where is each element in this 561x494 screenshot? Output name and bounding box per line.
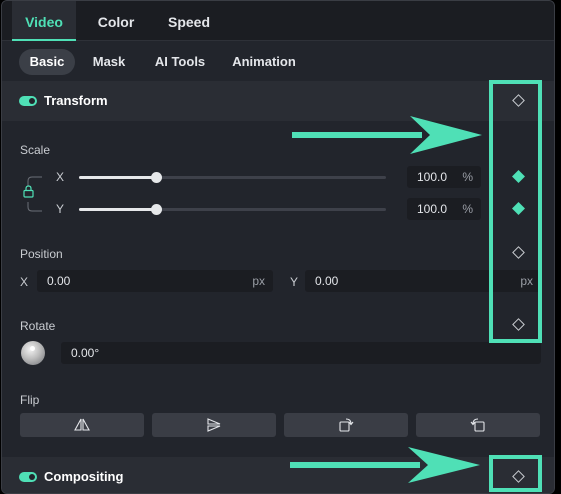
position-x-label: X — [20, 275, 29, 289]
subtab-animation[interactable]: Animation — [224, 49, 304, 75]
scale-y-slider-fill — [79, 208, 156, 211]
compositing-title: Compositing — [44, 469, 124, 484]
flip-vertical-icon — [207, 418, 221, 432]
position-x-field[interactable]: 0.00 px — [37, 270, 273, 292]
lock-icon[interactable] — [23, 185, 34, 198]
subtab-basic[interactable]: Basic — [19, 49, 75, 75]
scale-y-unit: % — [462, 202, 473, 216]
scale-label: Scale — [20, 143, 51, 157]
transform-title: Transform — [44, 93, 108, 108]
rotate-counterclockwise-icon — [470, 418, 485, 432]
properties-panel: Video Color Speed Basic Mask AI Tools An… — [1, 0, 555, 494]
flip-vertical-button[interactable] — [152, 413, 276, 437]
keyframe-highlight-box — [489, 80, 542, 343]
scale-y-field[interactable]: 100.0 % — [407, 198, 481, 220]
scale-x-unit: % — [462, 170, 473, 184]
rotate-label: Rotate — [20, 319, 56, 333]
rotate-value: 0.00° — [71, 346, 100, 360]
scale-y-label: Y — [56, 202, 65, 216]
scale-x-field[interactable]: 100.0 % — [407, 166, 481, 188]
annotation-arrow-icon — [290, 447, 480, 483]
tab-speed[interactable]: Speed — [158, 1, 220, 41]
flip-horizontal-button[interactable] — [20, 413, 144, 437]
position-label: Position — [20, 247, 63, 261]
compositing-keyframe-highlight-box — [489, 455, 542, 492]
subtab-ai-tools[interactable]: AI Tools — [146, 49, 214, 75]
position-y-value: 0.00 — [315, 274, 339, 288]
scale-x-slider-thumb[interactable] — [150, 172, 162, 183]
rotate-dial[interactable] — [21, 341, 45, 365]
scale-y-slider[interactable] — [79, 204, 386, 215]
rotate-clockwise-button[interactable] — [284, 413, 408, 437]
position-x-value: 0.00 — [47, 274, 71, 288]
sub-tab-bar: Basic Mask AI Tools Animation — [2, 42, 554, 82]
flip-label: Flip — [20, 393, 40, 407]
compositing-toggle[interactable] — [19, 472, 37, 482]
transform-toggle[interactable] — [19, 96, 37, 106]
subtab-mask[interactable]: Mask — [85, 49, 133, 75]
scale-x-slider[interactable] — [79, 172, 386, 183]
tab-color[interactable]: Color — [86, 1, 146, 41]
rotate-counterclockwise-button[interactable] — [416, 413, 540, 437]
rotate-clockwise-icon — [339, 418, 354, 432]
scale-y-slider-thumb[interactable] — [150, 204, 162, 215]
rotate-field[interactable]: 0.00° — [61, 342, 541, 364]
scale-x-slider-fill — [79, 176, 156, 179]
tab-video[interactable]: Video — [12, 1, 76, 41]
annotation-arrow-icon — [292, 116, 482, 154]
scale-y-value: 100.0 — [417, 202, 448, 216]
position-y-label: Y — [290, 275, 299, 289]
top-tab-bar: Video Color Speed — [2, 1, 554, 41]
flip-horizontal-icon — [74, 418, 90, 431]
scale-x-label: X — [56, 170, 65, 184]
scale-x-value: 100.0 — [417, 170, 448, 184]
position-x-unit: px — [252, 274, 265, 288]
